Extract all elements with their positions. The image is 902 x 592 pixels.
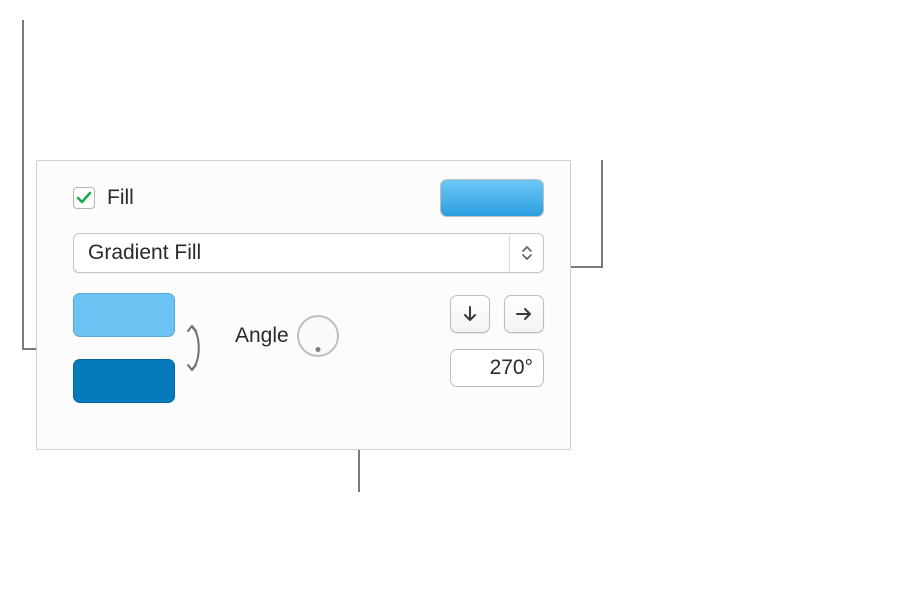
swap-colors-button[interactable]	[179, 321, 205, 375]
angle-value-text: 270°	[490, 356, 533, 380]
gradient-color-2[interactable]	[73, 359, 175, 403]
angle-wheel[interactable]	[297, 315, 339, 357]
fill-type-dropdown[interactable]: Gradient Fill	[73, 233, 544, 273]
checkmark-icon	[76, 190, 92, 206]
angle-wheel-indicator	[315, 347, 320, 352]
dropdown-arrow	[509, 234, 543, 272]
fill-checkbox[interactable]	[73, 187, 95, 209]
gradient-color-stops	[73, 293, 175, 403]
fill-panel: Fill Gradient Fill	[36, 160, 571, 450]
fill-checkbox-group: Fill	[73, 186, 134, 210]
angle-section: Angle	[235, 315, 339, 357]
fill-header-row: Fill	[37, 161, 570, 227]
direction-down-button[interactable]	[450, 295, 490, 333]
arrow-right-icon	[515, 306, 533, 322]
gradient-color-1[interactable]	[73, 293, 175, 337]
direction-buttons	[450, 295, 544, 333]
arrow-down-icon	[462, 305, 478, 323]
angle-right-controls: 270°	[450, 295, 544, 387]
fill-type-selected: Gradient Fill	[88, 241, 201, 265]
swap-arrows-icon	[181, 323, 203, 373]
fill-label: Fill	[107, 186, 134, 210]
chevron-up-down-icon	[520, 246, 534, 260]
callout-line	[22, 20, 24, 348]
angle-value-field[interactable]: 270°	[450, 349, 544, 387]
fill-type-row: Gradient Fill	[37, 227, 570, 273]
angle-label: Angle	[235, 324, 289, 348]
direction-right-button[interactable]	[504, 295, 544, 333]
fill-preview-swatch[interactable]	[440, 179, 544, 217]
gradient-controls-row: Angle 270°	[37, 273, 570, 403]
callout-line	[601, 160, 603, 268]
